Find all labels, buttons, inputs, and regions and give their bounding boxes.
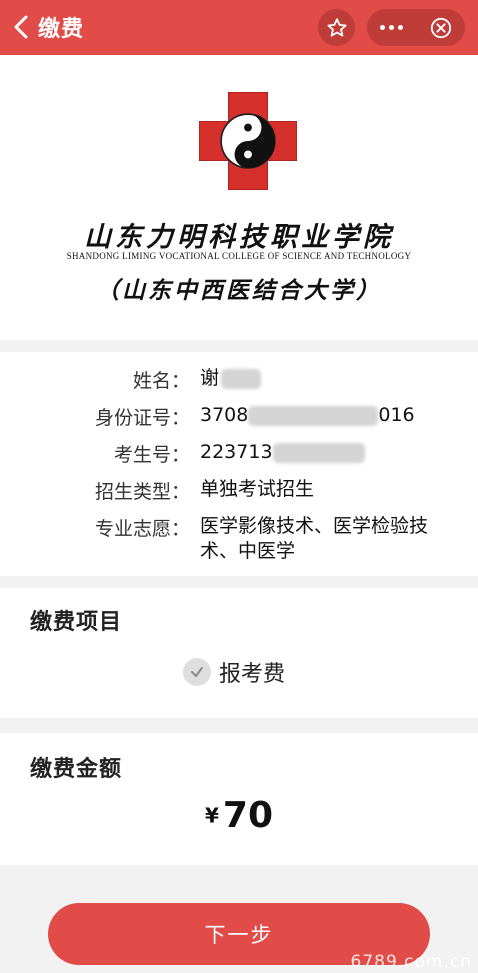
school-name-en: SHANDONG LIMING VOCATIONAL COLLEGE OF SC… xyxy=(66,251,412,261)
chevron-left-icon xyxy=(14,15,28,39)
student-info-card: 姓名： 谢 身份证号： 3708 016 考生号： 223713 招生类型： 单独… xyxy=(0,352,478,576)
yin-yang-icon xyxy=(220,113,276,169)
close-button[interactable] xyxy=(416,9,465,46)
school-logo xyxy=(200,93,296,189)
fee-amount-section: 缴费金额 ¥70 xyxy=(0,733,478,865)
school-name-cn: 山东力明科技职业学院 xyxy=(84,222,394,253)
currency-symbol: ¥ xyxy=(204,803,219,828)
close-circle-icon xyxy=(430,17,451,38)
info-value: 谢 xyxy=(200,366,455,393)
info-row-exam-no: 考生号： 223713 xyxy=(0,440,478,467)
star-icon xyxy=(326,17,347,37)
nav-bar: 缴费 xyxy=(0,0,478,55)
fee-option-label: 报考费 xyxy=(219,662,286,687)
amount-number: 70 xyxy=(222,795,274,836)
info-row-type: 招生类型： 单独考试招生 xyxy=(0,477,478,504)
info-value: 单独考试招生 xyxy=(200,478,315,500)
info-label: 身份证号： xyxy=(94,407,190,429)
section-title: 缴费金额 xyxy=(30,757,123,782)
redacted-mask xyxy=(221,368,262,389)
fee-option[interactable]: 报考费 xyxy=(183,656,285,688)
info-row-major: 专业志愿： 医学影像技术、医学检验技术、中医学 xyxy=(0,514,478,564)
info-value: 3708 016 xyxy=(200,404,415,426)
section-title: 缴费项目 xyxy=(30,610,123,635)
favorite-button[interactable] xyxy=(318,9,355,46)
info-label: 专业志愿： xyxy=(94,518,190,540)
mini-program-capsule xyxy=(367,9,465,46)
info-row-id: 身份证号： 3708 016 xyxy=(0,403,478,430)
info-value: 223713 xyxy=(200,440,455,467)
redacted-mask xyxy=(248,405,379,426)
check-icon xyxy=(183,658,211,686)
school-logo-section: 山东力明科技职业学院 SHANDONG LIMING VOCATIONAL CO… xyxy=(0,55,478,340)
watermark: 6789.com.cn xyxy=(350,952,472,972)
info-label: 考生号： xyxy=(113,444,190,466)
info-label: 姓名： xyxy=(132,370,190,392)
info-label: 招生类型： xyxy=(94,481,190,503)
page-title: 缴费 xyxy=(38,17,85,42)
amount-value: ¥70 xyxy=(0,795,478,836)
more-button[interactable] xyxy=(367,9,416,46)
school-name-sub: （山东中西医结合大学） xyxy=(96,277,382,304)
redacted-mask xyxy=(272,442,365,463)
info-value: 医学影像技术、医学检验技术、中医学 xyxy=(200,515,429,562)
more-dots-icon xyxy=(380,25,403,30)
back-button[interactable]: 缴费 xyxy=(12,8,122,46)
fee-items-section: 缴费项目 报考费 xyxy=(0,588,478,718)
info-row-name: 姓名： 谢 xyxy=(0,366,478,393)
